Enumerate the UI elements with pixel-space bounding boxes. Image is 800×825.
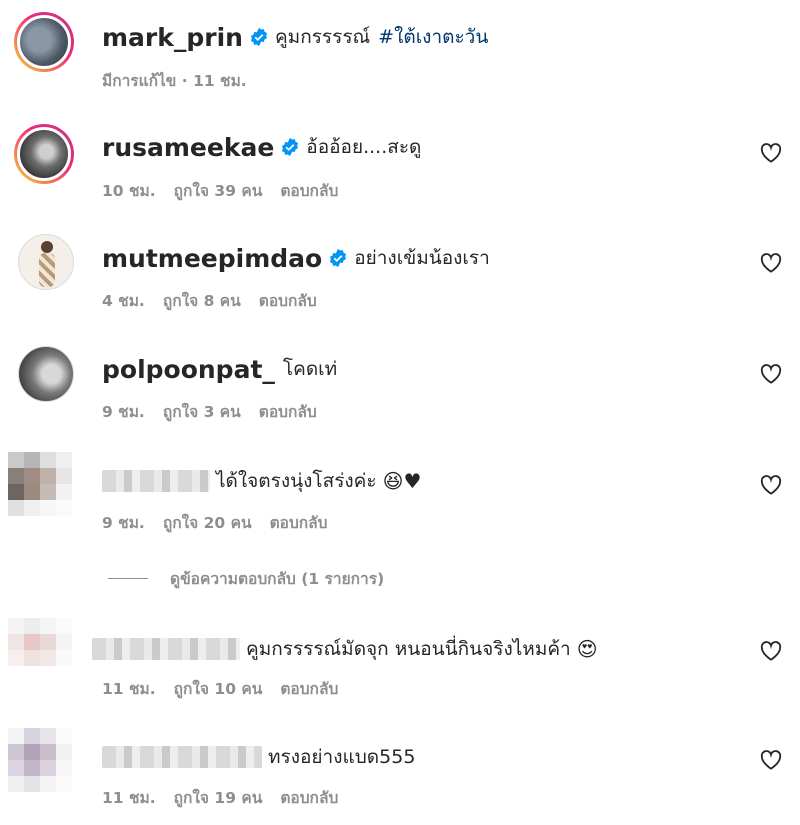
edited-timestamp: มีการแก้ไข · 11 ชม.	[102, 72, 247, 90]
reply-button[interactable]: ตอบกลับ	[280, 680, 338, 698]
avatar-pixelated[interactable]	[8, 618, 72, 682]
reply-button[interactable]: ตอบกลับ	[259, 292, 317, 310]
comment-time: 9 ชม.	[102, 403, 145, 421]
avatar[interactable]	[18, 346, 74, 402]
avatar[interactable]	[14, 124, 74, 184]
blurred-username[interactable]	[92, 638, 240, 660]
avatar[interactable]	[18, 234, 74, 290]
comment-meta: 11 ชม. ถูกใจ 19 คน ตอบกลับ	[102, 785, 356, 810]
reply-button[interactable]: ตอบกลับ	[280, 182, 338, 200]
comment-time: 10 ชม.	[102, 182, 156, 200]
comment-meta: มีการแก้ไข · 11 ชม.	[102, 68, 265, 93]
comment-text: คูมกรรรรณ์	[274, 26, 371, 48]
heart-outline-icon[interactable]	[760, 253, 782, 273]
likes-count[interactable]: ถูกใจ 10 คน	[174, 680, 263, 698]
reply-button[interactable]: ตอบกลับ	[280, 789, 338, 807]
comment-thread: mark_prin คูมกรรรรณ์ #ใต้เงาตะวัน มีการแ…	[0, 0, 800, 825]
comment-meta: 9 ชม. ถูกใจ 20 คน ตอบกลับ	[102, 510, 346, 535]
verified-badge-icon	[250, 27, 267, 47]
blurred-username[interactable]	[102, 470, 210, 492]
heart-outline-icon[interactable]	[760, 143, 782, 163]
likes-count[interactable]: ถูกใจ 3 คน	[163, 403, 241, 421]
comment-time: 11 ชม.	[102, 789, 156, 807]
comment-text: ทรงอย่างแบด555	[268, 746, 416, 768]
avatar[interactable]	[14, 12, 74, 72]
comment-time: 4 ชม.	[102, 292, 145, 310]
replies-divider	[108, 578, 148, 579]
reply-button[interactable]: ตอบกลับ	[270, 514, 328, 532]
likes-count[interactable]: ถูกใจ 39 คน	[174, 182, 263, 200]
comment-username[interactable]: polpoonpat_	[102, 355, 275, 384]
verified-badge-icon	[282, 137, 299, 157]
comment-username[interactable]: mutmeepimdao	[102, 244, 322, 273]
blurred-username[interactable]	[102, 746, 262, 768]
view-replies-label: ดูข้อความตอบกลับ (1 รายการ)	[170, 570, 385, 588]
heart-outline-icon[interactable]	[760, 475, 782, 495]
avatar-pixelated[interactable]	[8, 728, 72, 792]
emoji: 😆♥	[382, 469, 422, 493]
avatar-pixelated[interactable]	[8, 452, 72, 516]
reply-button[interactable]: ตอบกลับ	[259, 403, 317, 421]
comment-text: อย่างเข้มน้องเรา	[354, 247, 490, 269]
comment-meta: 10 ชม. ถูกใจ 39 คน ตอบกลับ	[102, 178, 356, 203]
heart-outline-icon[interactable]	[760, 641, 782, 661]
hashtag-link[interactable]: #ใต้เงาตะวัน	[378, 22, 488, 52]
comment-text: อ้ออ้อย....สะดู	[306, 136, 422, 158]
likes-count[interactable]: ถูกใจ 20 คน	[163, 514, 252, 532]
comment-meta: 4 ชม. ถูกใจ 8 คน ตอบกลับ	[102, 288, 335, 313]
verified-badge-icon	[330, 248, 347, 268]
view-replies-button[interactable]: ดูข้อความตอบกลับ (1 รายการ)	[108, 566, 384, 591]
heart-outline-icon[interactable]	[760, 364, 782, 384]
comment-text: โคดเท่	[282, 358, 338, 380]
comment-meta: 11 ชม. ถูกใจ 10 คน ตอบกลับ	[102, 676, 356, 701]
emoji: 😍	[576, 637, 598, 661]
comment-meta: 9 ชม. ถูกใจ 3 คน ตอบกลับ	[102, 399, 335, 424]
comment-text: คูมกรรรรณ์มัดจุก หนอนนี่กินจริงไหมค้า	[246, 638, 571, 660]
comment-time: 9 ชม.	[102, 514, 145, 532]
comment-text: ได้ใจตรงนุ่งโสร่งค่ะ	[216, 470, 377, 492]
likes-count[interactable]: ถูกใจ 8 คน	[163, 292, 241, 310]
heart-outline-icon[interactable]	[760, 750, 782, 770]
likes-count[interactable]: ถูกใจ 19 คน	[174, 789, 263, 807]
comment-username[interactable]: mark_prin	[102, 23, 243, 52]
comment-time: 11 ชม.	[102, 680, 156, 698]
comment-username[interactable]: rusameekae	[102, 133, 274, 162]
